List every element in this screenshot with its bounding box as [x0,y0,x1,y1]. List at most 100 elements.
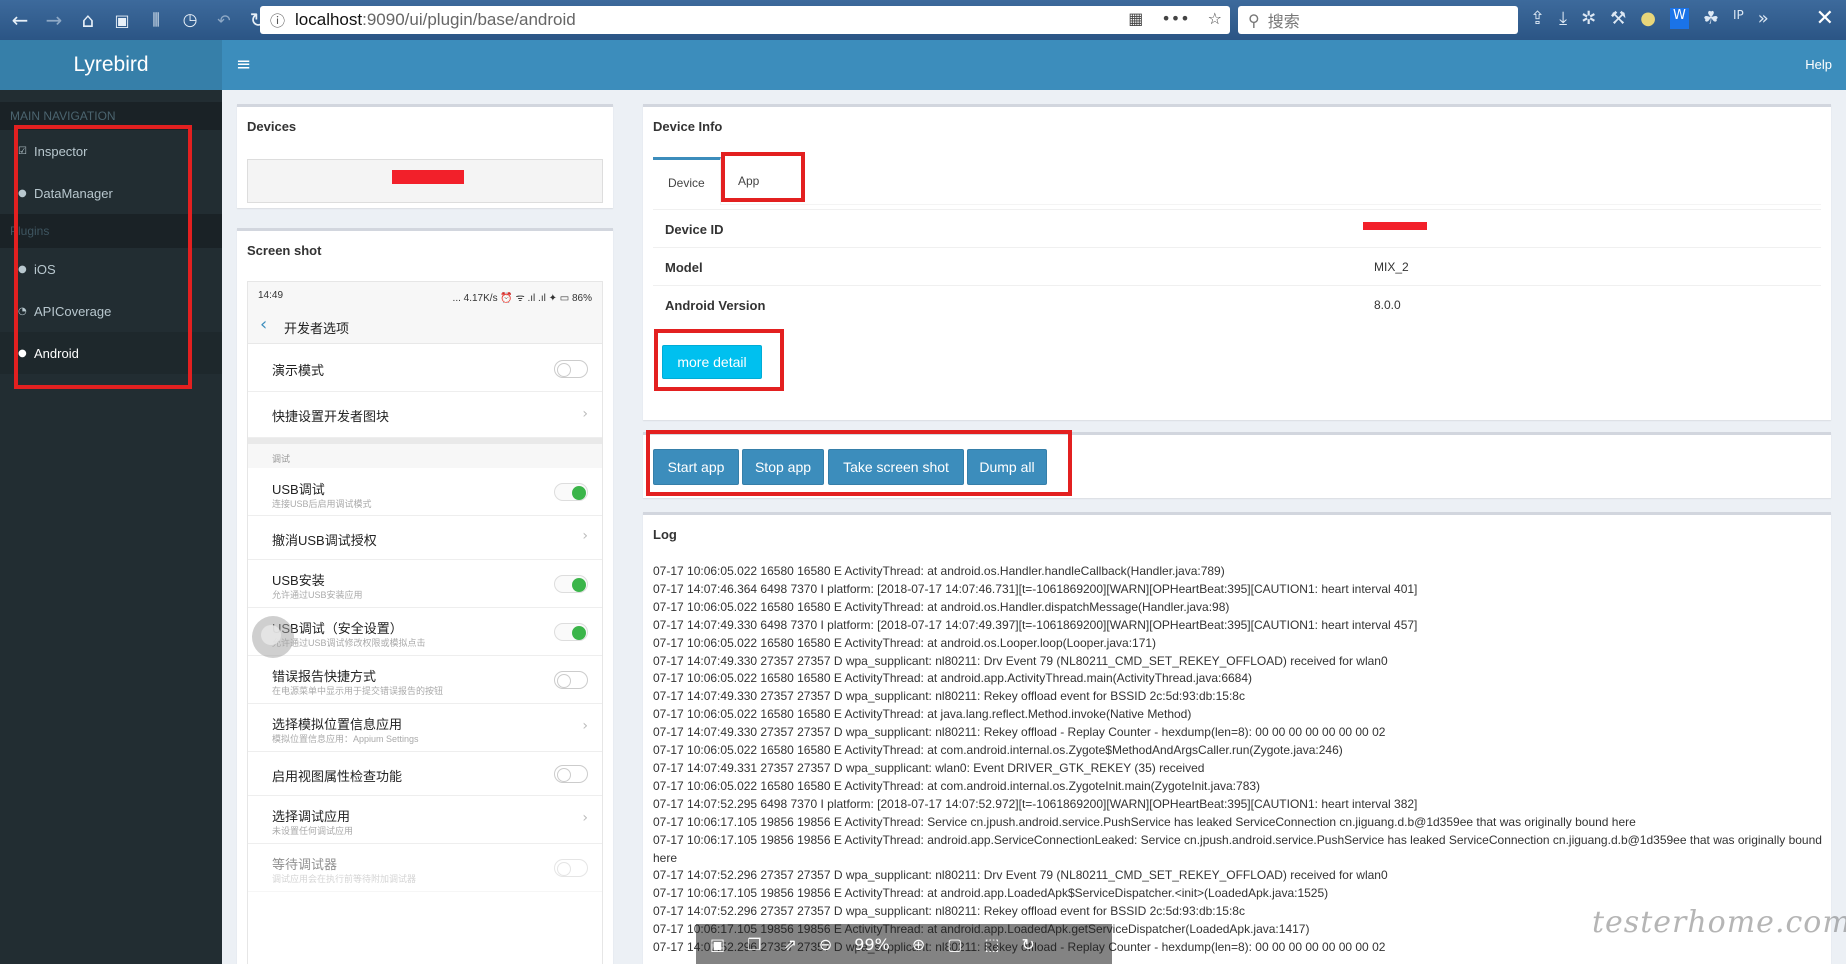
chevron-right-icon: › [582,528,588,544]
bookmark-star-icon[interactable]: ☆ [1208,9,1222,28]
log-title: Log [653,527,677,542]
url-path: :9090/ui/plugin/base/android [362,10,576,29]
copy-icon[interactable]: ❐ [747,935,761,954]
phone-row: USB安装 允许通过USB安装应用 [248,560,602,608]
log-line: 07-17 10:06:17.105 19856 19856 E Activit… [653,886,1329,901]
redaction-bar [1363,222,1427,230]
info-row-android-version: Android Version 8.0.0 [653,285,1821,323]
search-input[interactable]: ⚲ 搜索 [1238,6,1518,34]
crop-icon[interactable]: ⬚ [984,935,999,954]
log-line: 07-17 10:06:05.022 16580 16580 E Activit… [653,778,1261,793]
home-icon[interactable]: ⌂ [74,6,102,34]
undo-icon[interactable]: ↶ [210,6,238,34]
log-line: 07-17 14:07:49.330 27357 27357 D wpa_sup… [653,653,1388,668]
log-line: 07-17 10:06:05.022 16580 16580 E Activit… [653,599,1230,614]
app-logo[interactable]: Lyrebird [0,40,222,90]
redaction-bar [392,170,464,184]
tab-device[interactable]: Device [653,157,721,205]
log-panel: Log 07-17 10:06:05.022 16580 16580 E Act… [643,512,1831,964]
url-bar[interactable]: ⓘ localhost:9090/ui/plugin/base/android … [260,6,1230,34]
overflow-icon[interactable]: » [1758,8,1769,29]
fit-icon[interactable]: ▢ [947,935,962,954]
phone-row: 错误报告快捷方式 在电源菜单中显示用于提交错误报告的按钮 [248,656,602,704]
forward-icon[interactable]: → [40,6,68,34]
ip-icon[interactable]: IP [1733,8,1744,29]
save-icon[interactable]: ▣ [710,935,725,954]
zoom-in-icon[interactable]: ⊕ [912,935,925,954]
device-info-panel: Device Info Device App Device ID Model M… [643,104,1831,420]
extension-icons: ⇪ ⤓ ✲ ⚒ ● W ☘ IP » [1530,8,1769,29]
leaf-icon[interactable]: ☘ [1703,8,1719,29]
phone-row: 启用视图属性检查功能 [248,752,602,796]
qr-code-icon[interactable]: ▦ [1128,9,1143,28]
annotation-box-more-detail [654,329,784,391]
toggle-off-icon [554,671,588,689]
phone-time: 14:49 [258,290,284,301]
phone-row: 演示模式 [248,346,602,392]
watermark-text: testerhome.com [1592,905,1846,940]
screenshot-title: Screen shot [247,243,322,258]
devices-panel: Devices [237,104,613,208]
phone-screenshot[interactable]: 14:49 ... 4.17K/s ⏰ ᯤ .ıl .ıl ✦ ▭ 86% ‹ … [247,281,603,964]
snowflake-icon[interactable]: ✲ [1581,8,1596,29]
phone-title-bar: ‹ 开发者选项 [248,308,602,344]
toggle-on-icon [554,483,588,501]
phone-row: 选择调试应用 未设置任何调试应用 › [248,796,602,844]
page-actions-icon[interactable]: ••• [1161,9,1189,28]
phone-row: 等待调试器 调试应用会在执行前等待附加调试器 [248,844,602,892]
search-icon: ⚲ [1248,10,1260,30]
info-row-device-id: Device ID [653,209,1821,247]
devices-title: Devices [247,119,297,134]
log-line: 07-17 14:07:52.296 27357 27357 D wpa_sup… [653,868,1388,883]
phone-status-bar: 14:49 ... 4.17K/s ⏰ ᯤ .ıl .ıl ✦ ▭ 86% [248,282,602,308]
search-placeholder: 搜索 [1267,14,1300,31]
wrench-icon[interactable]: ⚒ [1610,8,1626,29]
info-row-model: Model MIX_2 [653,247,1821,285]
download-icon[interactable]: ⤓ [1559,8,1567,29]
phone-page-title: 开发者选项 [284,321,350,336]
toggle-off-icon [554,765,588,783]
back-chevron-icon: ‹ [260,314,268,335]
annotation-box-sidebar [14,125,192,389]
log-line: 07-17 10:06:05.022 16580 16580 E Activit… [653,564,1225,578]
circle-icon[interactable]: ● [1640,8,1656,29]
back-icon[interactable]: ← [6,6,34,34]
log-line: 07-17 14:07:52.295 6498 7370 I platform:… [653,796,1418,811]
library-icon[interactable]: ⫼ [142,6,170,34]
toggle-off-icon [554,859,588,877]
history-icon[interactable]: ◷ [176,6,204,34]
share-icon[interactable]: ⇗ [783,935,796,954]
annotation-box-actions [646,430,1072,496]
log-line: 07-17 10:06:05.022 16580 16580 E Activit… [653,635,1157,650]
phone-row: 撤消USB调试授权 › [248,516,602,560]
upload-icon[interactable]: ⇪ [1530,8,1545,29]
help-link[interactable]: Help [1805,57,1832,72]
browser-toolbar: ← → ⌂ ▣ ⫼ ◷ ↶ ↻ ⓘ localhost:9090/ui/plug… [0,0,1846,40]
toggle-on-icon [554,623,588,641]
close-icon[interactable]: ✕ [1816,6,1834,31]
device-info-title: Device Info [653,119,723,134]
extension-w-icon[interactable]: W [1670,8,1689,29]
phone-section-header: 调试 [248,438,602,468]
annotation-box-app-tab [721,152,805,202]
screenshot-frame: ← → ⌂ ▣ ⫼ ◷ ↶ ↻ ⓘ localhost:9090/ui/plug… [0,0,1846,964]
log-line: 07-17 14:07:49.330 27357 27357 D wpa_sup… [653,689,1245,704]
zoom-out-icon[interactable]: ⊖ [819,935,832,954]
log-line: 07-17 14:07:49.330 6498 7370 I platform:… [653,617,1418,632]
toggle-off-icon [554,360,588,378]
info-icon[interactable]: ⓘ [270,10,285,31]
toggle-on-icon [554,575,588,593]
chevron-right-icon: › [582,810,588,826]
rotate-icon[interactable]: ↻ [1022,935,1035,954]
screenshot-panel: Screen shot 14:49 ... 4.17K/s ⏰ ᯤ .ıl .ı… [237,228,613,964]
log-line: 07-17 10:06:05.022 16580 16580 E Activit… [653,671,1253,686]
phone-row: 选择模拟位置信息应用 模拟位置信息应用：Appium Settings › [248,704,602,752]
menu-toggle-icon[interactable]: ≡ [236,54,251,75]
zoom-level: 99% [854,934,890,954]
log-line: 07-17 10:06:17.105 19856 19856 E Activit… [653,814,1636,829]
device-info-tabs: Device App [653,157,1821,205]
log-line: 07-17 10:06:05.022 16580 16580 E Activit… [653,743,1343,758]
phone-row: USB调试（安全设置） 允许通过USB调试修改权限或模拟点击 [248,608,602,656]
log-line: 07-17 14:07:46.364 6498 7370 I platform:… [653,581,1418,596]
sidebar-icon[interactable]: ▣ [108,6,136,34]
